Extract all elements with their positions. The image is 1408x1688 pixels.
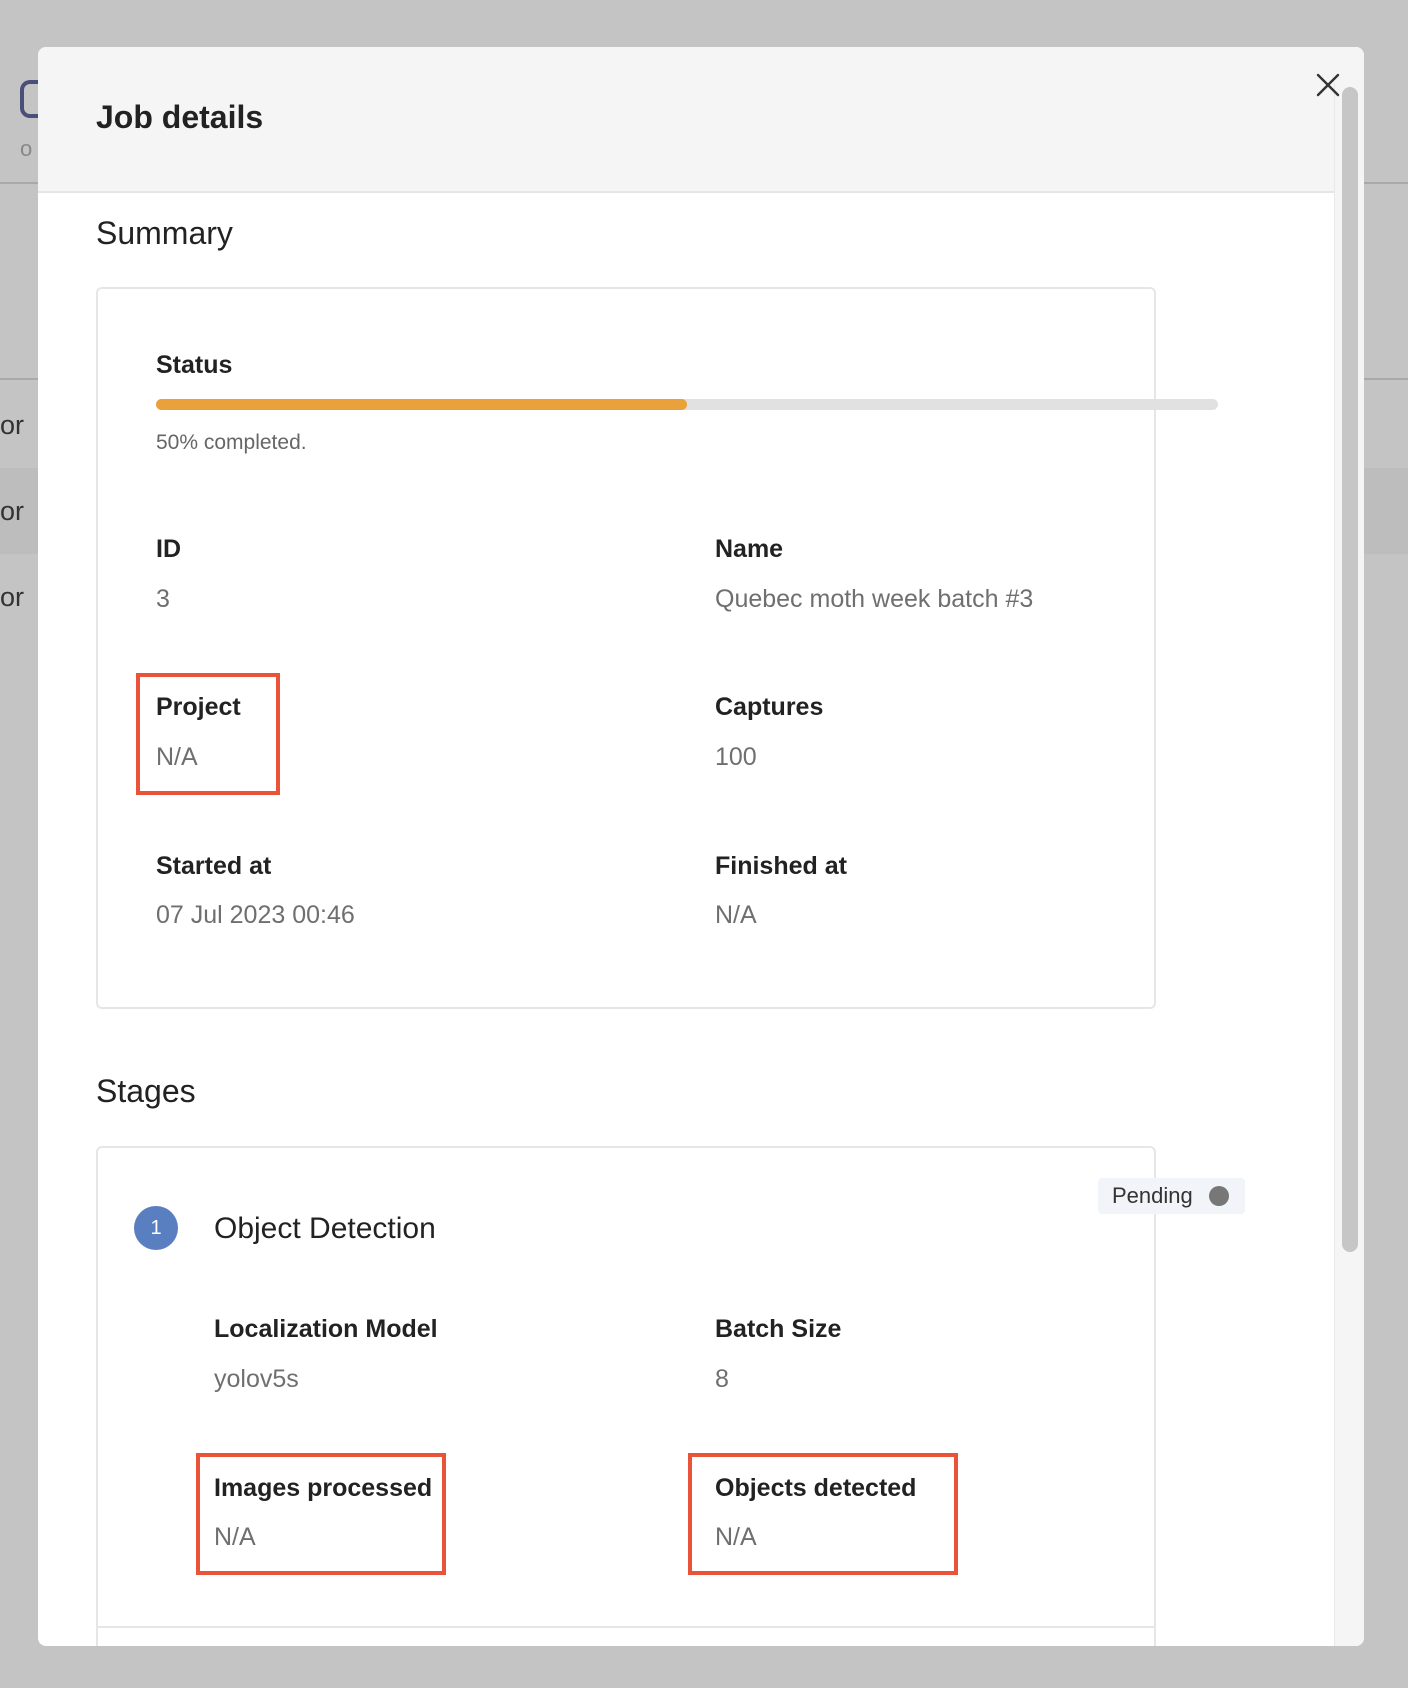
batch-size-value: 8	[715, 1365, 729, 1393]
dialog-title: Job details	[96, 99, 264, 135]
name-label: Name	[715, 535, 784, 563]
scrollbar-thumb[interactable]	[1342, 87, 1358, 1252]
finished-value: N/A	[715, 901, 757, 929]
job-details-dialog: Job details Summary Status 50% completed…	[38, 47, 1364, 1646]
stage-divider	[98, 1626, 1154, 1628]
close-icon	[1316, 73, 1340, 97]
close-button[interactable]	[1308, 65, 1348, 105]
progress-text: 50% completed.	[156, 431, 307, 454]
objects-detected-label: Objects detected	[715, 1474, 917, 1502]
finished-label: Finished at	[715, 852, 847, 880]
name-value: Quebec moth week batch #3	[715, 585, 1034, 613]
images-processed-label: Images processed	[214, 1474, 433, 1502]
progress-bar-fill	[156, 399, 687, 410]
id-label: ID	[156, 535, 181, 563]
background-partial-text: o	[20, 136, 33, 161]
batch-size-label: Batch Size	[715, 1315, 842, 1343]
localization-model-label: Localization Model	[214, 1315, 438, 1343]
stage-status-badge: Pending	[1098, 1178, 1245, 1214]
captures-value: 100	[715, 743, 757, 771]
summary-card: Status 50% completed. ID 3 Name Quebec m…	[96, 287, 1218, 1009]
status-label: Status	[156, 351, 233, 379]
project-label: Project	[156, 693, 241, 721]
images-processed-value: N/A	[214, 1523, 256, 1551]
highlight-box	[688, 1453, 958, 1575]
stages-heading: Stages	[96, 1073, 196, 1109]
stage-name: Object Detection	[214, 1212, 436, 1245]
localization-model-value: yolov5s	[214, 1365, 299, 1393]
id-value: 3	[156, 585, 170, 613]
started-value: 07 Jul 2023 00:46	[156, 901, 355, 929]
stage-card: 1 Object Detection Pending Localization …	[96, 1146, 1245, 1646]
highlight-box	[196, 1453, 446, 1575]
highlight-box	[136, 673, 280, 795]
captures-label: Captures	[715, 693, 824, 721]
project-value: N/A	[156, 743, 198, 771]
started-label: Started at	[156, 852, 272, 880]
progress-bar	[156, 399, 1218, 410]
objects-detected-value: N/A	[715, 1523, 757, 1551]
stage-number-badge: 1	[134, 1206, 178, 1250]
summary-heading: Summary	[96, 215, 233, 251]
dialog-header: Job details	[38, 47, 1364, 193]
status-dot-icon	[1209, 1186, 1229, 1206]
stage-status-text: Pending	[1112, 1183, 1193, 1208]
